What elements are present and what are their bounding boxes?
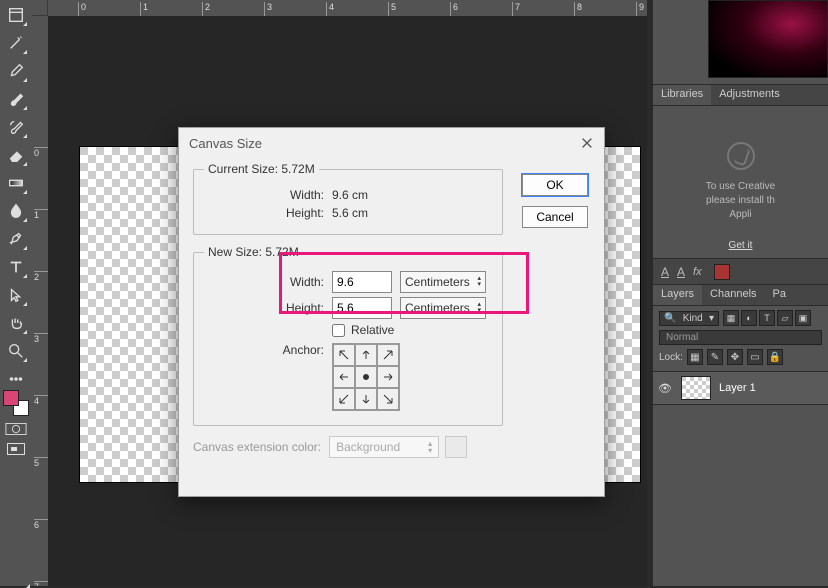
lock-pixels-icon[interactable]: ✎ (707, 349, 723, 365)
tab-libraries[interactable]: Libraries (653, 85, 711, 105)
visibility-eye-icon[interactable]: 👁 (657, 380, 673, 396)
anchor-label: Anchor: (204, 343, 324, 357)
new-width-input[interactable] (332, 271, 392, 293)
layer-thumbnail[interactable] (681, 376, 711, 400)
tab-channels[interactable]: Channels (702, 285, 764, 305)
extension-color-label: Canvas extension color: (193, 440, 321, 454)
relative-label: Relative (351, 323, 394, 337)
anchor-ne[interactable] (377, 344, 399, 366)
new-size-group: New Size: 5.72M Width: Centimeters▴▾ Hei… (193, 245, 503, 426)
close-icon[interactable] (578, 134, 596, 152)
extension-color-select[interactable]: Background▴▾ (329, 436, 439, 458)
edit-toolbar-icon[interactable] (3, 372, 29, 386)
blur-icon[interactable] (3, 198, 29, 224)
hand-icon[interactable] (3, 310, 29, 336)
color-preview[interactable] (708, 0, 828, 78)
anchor-w[interactable] (333, 366, 355, 388)
anchor-grid (332, 343, 400, 411)
brush-icon[interactable] (3, 86, 29, 112)
zoom-icon[interactable] (3, 338, 29, 364)
canvas-size-dialog: Canvas Size OK Cancel Current Size: 5.72… (178, 127, 605, 497)
eyedropper-icon[interactable] (3, 58, 29, 84)
current-height-label: Height: (204, 206, 324, 220)
cloud-refresh-icon (727, 142, 755, 170)
blend-mode-select[interactable]: Normal (659, 330, 822, 345)
filter-adjust-icon[interactable]: ◐ (741, 310, 757, 326)
type-options-row: A A fx (653, 258, 828, 284)
tab-layers[interactable]: Layers (653, 285, 702, 305)
foreground-color-swatch[interactable] (3, 390, 19, 406)
layers-tabbar: Layers Channels Pa (653, 284, 828, 306)
get-it-link[interactable]: Get it (653, 240, 828, 251)
pen-icon[interactable] (3, 226, 29, 252)
anchor-nw[interactable] (333, 344, 355, 366)
filter-type-icon[interactable]: T (759, 310, 775, 326)
left-toolbar (0, 0, 32, 586)
lock-artboard-icon[interactable]: ▭ (747, 349, 763, 365)
horizontal-ruler[interactable]: 0 1 2 3 4 5 6 7 8 9 (48, 0, 653, 16)
anchor-s[interactable] (355, 388, 377, 410)
paragraph-panel-icon[interactable]: A (677, 265, 685, 279)
lock-transparency-icon[interactable]: ▦ (687, 349, 703, 365)
history-brush-icon[interactable] (3, 114, 29, 140)
type-color-swatch[interactable] (714, 264, 730, 280)
filter-smart-icon[interactable]: ▣ (795, 310, 811, 326)
anchor-center[interactable] (355, 366, 377, 388)
lock-position-icon[interactable]: ✥ (727, 349, 743, 365)
anchor-n[interactable] (355, 344, 377, 366)
screen-mode-icon[interactable] (3, 440, 29, 458)
lock-label: Lock: (659, 352, 683, 363)
current-size-legend: Current Size: 5.72M (204, 162, 319, 176)
color-swatches[interactable] (3, 390, 29, 416)
filter-pixel-icon[interactable]: ▦ (723, 310, 739, 326)
vertical-ruler[interactable]: 0 1 2 3 4 5 6 7 (32, 16, 48, 586)
magic-wand-icon[interactable] (3, 30, 29, 56)
current-height-value: 5.6 cm (332, 206, 368, 220)
layer-name[interactable]: Layer 1 (719, 382, 756, 394)
right-panel: Libraries Adjustments To use Creative pl… (653, 0, 828, 586)
anchor-e[interactable] (377, 366, 399, 388)
extension-color-swatch[interactable] (445, 436, 467, 458)
gradient-icon[interactable] (3, 170, 29, 196)
layers-controls: 🔍Kind▾ ▦ ◐ T ▱ ▣ Normal Lock: ▦ ✎ ✥ ▭ 🔒 (653, 306, 828, 371)
lock-all-icon[interactable]: 🔒 (767, 349, 783, 365)
height-unit-select[interactable]: Centimeters▴▾ (400, 297, 486, 319)
artboard-tool-icon[interactable] (3, 2, 29, 28)
new-size-legend: New Size: 5.72M (204, 245, 303, 259)
fx-icon[interactable]: fx (693, 266, 702, 278)
anchor-sw[interactable] (333, 388, 355, 410)
path-select-icon[interactable] (3, 282, 29, 308)
current-size-group: Current Size: 5.72M Width: 9.6 cm Height… (193, 162, 503, 235)
relative-checkbox[interactable] (332, 324, 345, 337)
tab-paths[interactable]: Pa (765, 285, 794, 305)
type-icon[interactable] (3, 254, 29, 280)
layer-filter-kind[interactable]: 🔍Kind▾ (659, 311, 719, 326)
current-width-value: 9.6 cm (332, 188, 368, 202)
dialog-title: Canvas Size (179, 128, 604, 158)
layer-row[interactable]: 👁 Layer 1 (653, 371, 828, 405)
anchor-se[interactable] (377, 388, 399, 410)
new-height-input[interactable] (332, 297, 392, 319)
width-unit-select[interactable]: Centimeters▴▾ (400, 271, 486, 293)
eraser-icon[interactable] (3, 142, 29, 168)
filter-shape-icon[interactable]: ▱ (777, 310, 793, 326)
libraries-tabbar: Libraries Adjustments (653, 84, 828, 106)
char-panel-icon[interactable]: A (661, 265, 669, 279)
ruler-origin[interactable] (32, 0, 48, 16)
tab-adjustments[interactable]: Adjustments (711, 85, 788, 105)
quick-mask-icon[interactable] (3, 420, 29, 438)
new-width-label: Width: (204, 275, 324, 289)
new-height-label: Height: (204, 301, 324, 315)
current-width-label: Width: (204, 188, 324, 202)
